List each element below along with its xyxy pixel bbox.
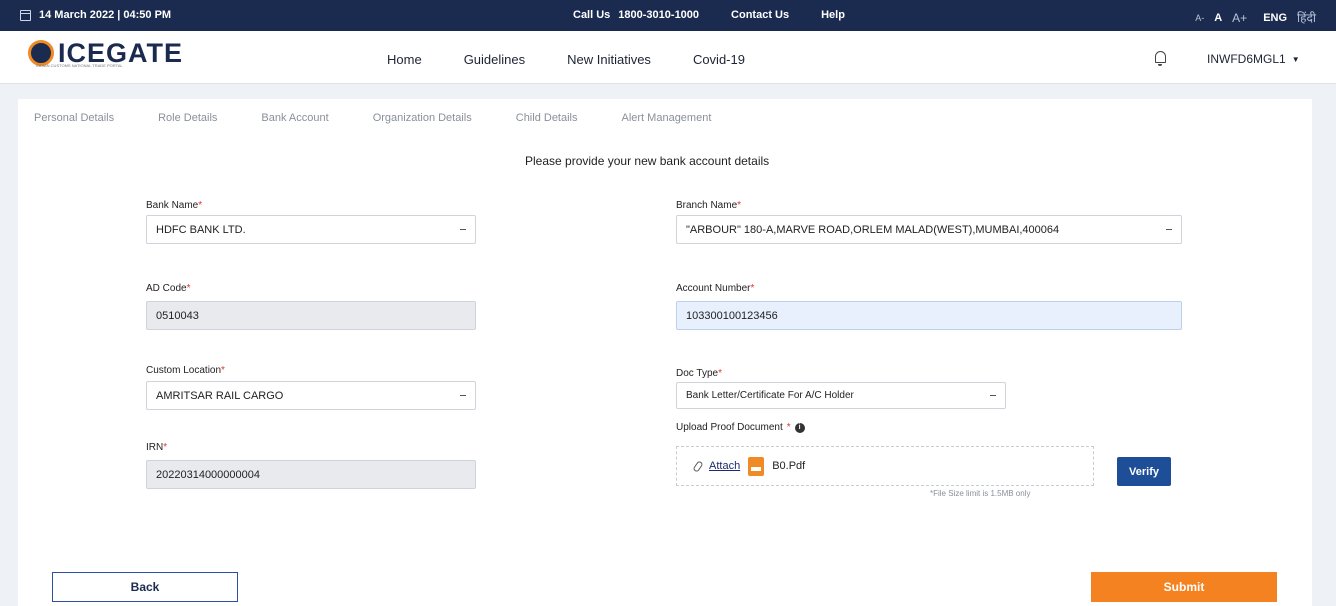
nav-covid[interactable]: Covid-19 [693,52,745,67]
attach-link[interactable]: Attach [709,460,740,472]
paperclip-icon [692,459,704,473]
tab-alert-management[interactable]: Alert Management [622,112,712,124]
font-decrease-button[interactable]: A- [1195,13,1204,23]
lang-eng-button[interactable]: ENG [1263,12,1287,24]
back-button[interactable]: Back [52,572,238,602]
font-normal-button[interactable]: A [1214,12,1222,24]
form-heading: Please provide your new bank account det… [525,154,770,168]
main-navbar: ICEGATE INDIAN CUSTOMS NATIONAL TRADE PO… [0,31,1336,84]
caret-down-icon: ▼ [1291,54,1300,64]
ad-code-label-text: AD Code [146,283,187,294]
submit-button[interactable]: Submit [1091,572,1277,602]
branch-name-label-text: Branch Name [676,200,738,211]
tab-organization-details[interactable]: Organization Details [373,112,472,124]
phone-number[interactable]: 1800-3010-1000 [618,9,699,21]
ad-code-field: 0510043 [146,301,476,330]
lang-hindi-button[interactable]: हिंदी [1297,9,1316,26]
bank-name-label-text: Bank Name [146,200,199,211]
required-mark: * [786,422,791,433]
logo-subtitle: INDIAN CUSTOMS NATIONAL TRADE PORTAL [36,63,123,68]
branch-name-label: Branch Name* [676,200,741,211]
profile-tabs: Personal Details Role Details Bank Accou… [34,112,755,124]
doc-type-label-text: Doc Type [676,368,719,379]
nav-new-initiatives[interactable]: New Initiatives [567,52,651,67]
pdf-file-icon [748,456,765,476]
account-number-input[interactable]: 103300100123456 [676,301,1182,330]
required-mark: * [221,365,225,376]
call-label: Call Us [573,9,611,21]
tab-personal-details[interactable]: Personal Details [34,112,114,124]
required-mark: * [186,283,191,294]
irn-label: IRN* [146,442,167,453]
doc-type-select[interactable]: Bank Letter/Certificate For A/C Holder [676,382,1006,409]
chevron-down-icon [990,394,996,397]
top-bar: 14 March 2022 | 04:50 PM Call Us 1800-30… [0,0,1336,31]
upload-proof-label: Upload Proof Document * i [676,422,805,433]
bank-name-select[interactable]: HDFC BANK LTD. [146,215,476,244]
branch-name-value: "ARBOUR" 180-A,MARVE ROAD,ORLEM MALAD(WE… [686,223,1060,236]
bank-name-value: HDFC BANK LTD. [156,223,246,236]
ad-code-value: 0510043 [156,309,199,322]
required-mark: * [198,200,203,211]
user-menu[interactable]: INWFD6MGL1 ▼ [1207,52,1300,66]
branch-name-select[interactable]: "ARBOUR" 180-A,MARVE ROAD,ORLEM MALAD(WE… [676,215,1182,244]
attached-file-name: B0.Pdf [772,460,806,472]
file-size-note: *File Size limit is 1.5MB only [930,489,1031,498]
custom-location-label: Custom Location* [146,365,225,376]
contact-us-link[interactable]: Contact Us [731,9,789,21]
tab-role-details[interactable]: Role Details [158,112,217,124]
required-mark: * [163,442,168,453]
custom-location-label-text: Custom Location [146,365,222,376]
nav-guidelines[interactable]: Guidelines [464,52,525,67]
help-link[interactable]: Help [821,9,845,21]
accessibility-controls: A- A A+ ENG हिंदी [1195,9,1316,26]
chevron-down-icon [460,394,466,397]
required-mark: * [737,200,742,211]
required-mark: * [718,368,722,379]
tab-child-details[interactable]: Child Details [516,112,578,124]
account-number-label-text: Account Number [676,283,751,294]
bank-name-label: Bank Name* [146,200,202,211]
custom-location-value: AMRITSAR RAIL CARGO [156,389,284,402]
doc-type-label: Doc Type* [676,368,722,379]
nav-home[interactable]: Home [387,52,422,67]
upload-dropzone[interactable]: Attach B0.Pdf [676,446,1094,486]
bell-icon[interactable] [1155,51,1166,66]
chevron-down-icon [460,228,466,231]
irn-value: 20220314000000004 [156,468,261,481]
calendar-icon [20,9,31,21]
irn-label-text: IRN [146,442,164,453]
tab-bank-account[interactable]: Bank Account [261,112,328,124]
account-number-label: Account Number* [676,283,754,294]
doc-type-value: Bank Letter/Certificate For A/C Holder [686,390,854,401]
account-number-value: 103300100123456 [686,309,778,322]
call-us: Call Us 1800-3010-1000 [573,9,699,21]
font-increase-button[interactable]: A+ [1232,11,1247,25]
verify-button[interactable]: Verify [1117,457,1171,486]
chevron-down-icon [1166,228,1172,231]
custom-location-select[interactable]: AMRITSAR RAIL CARGO [146,381,476,410]
info-icon[interactable]: i [794,422,805,433]
required-mark: * [750,283,755,294]
upload-proof-label-text: Upload Proof Document [676,422,783,433]
date-time: 14 March 2022 | 04:50 PM [20,9,171,21]
user-id: INWFD6MGL1 [1207,52,1286,66]
date-text: 14 March 2022 | 04:50 PM [39,9,172,21]
nav-links: Home Guidelines New Initiatives Covid-19 [387,52,745,67]
ad-code-label: AD Code* [146,283,190,294]
top-links: Call Us 1800-3010-1000 Contact Us Help [573,9,845,21]
form-card [18,99,1312,606]
irn-field: 20220314000000004 [146,460,476,489]
